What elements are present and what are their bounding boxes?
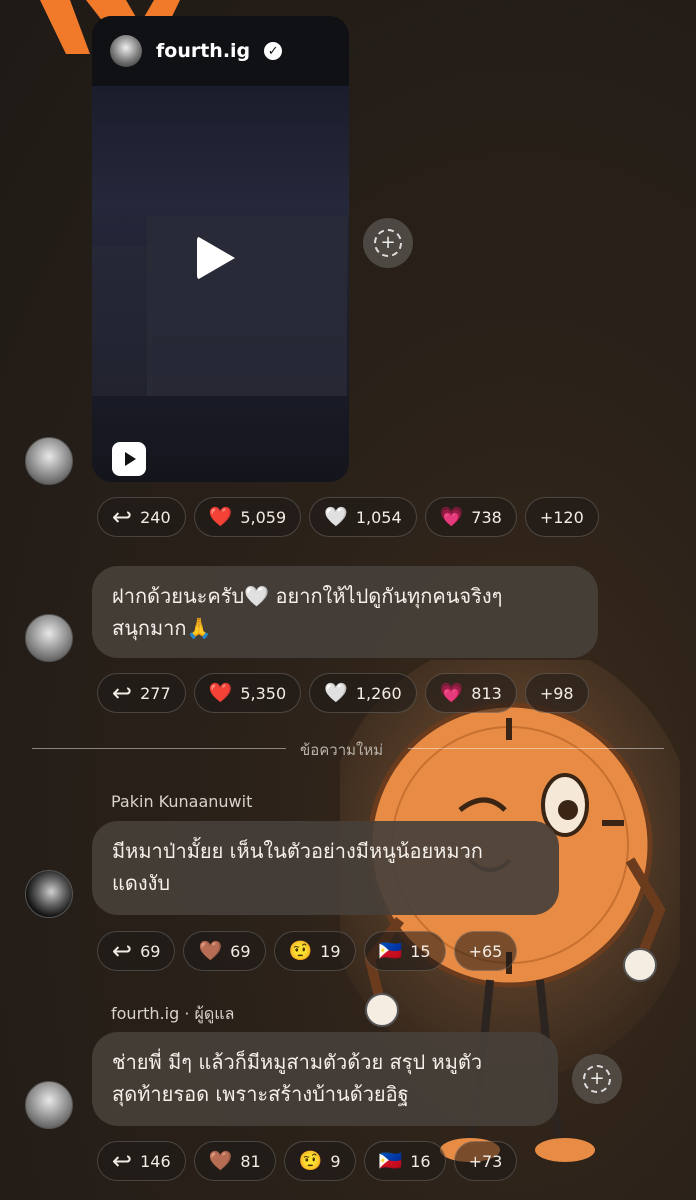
play-icon[interactable] — [197, 236, 235, 280]
add-reaction-button[interactable]: + — [363, 218, 413, 268]
verified-icon: ✓ — [264, 42, 283, 60]
message-bubble[interactable]: ช่ายพี่ มีๆ แล้วก็มีหมูสามตัวด้วย สรุป ห… — [92, 1032, 558, 1126]
brown-heart-icon: 🤎 — [198, 939, 223, 962]
message-text: แดงงับ — [112, 871, 171, 895]
reaction-row: ↩ 146 🤎 81 🤨 9 🇵🇭 16 +73 — [97, 1141, 518, 1181]
reply-icon: ↩ — [112, 937, 133, 965]
reaction-row: ↩ 69 🤎 69 🤨 19 🇵🇭 15 +65 — [97, 931, 518, 971]
reaction-pill[interactable]: 🤎 81 — [193, 1141, 276, 1181]
reaction-pill[interactable]: 🇵🇭 15 — [363, 931, 446, 971]
reaction-pill[interactable]: 🤎 69 — [183, 931, 266, 971]
reaction-pill[interactable]: ❤️ 5,059 — [193, 497, 302, 537]
reaction-pill[interactable]: 🤨 9 — [283, 1141, 356, 1181]
video-username[interactable]: fourth.ig — [156, 40, 250, 62]
video-thumbnail[interactable] — [92, 86, 349, 482]
avatar — [110, 35, 142, 67]
reaction-pill[interactable]: 🇵🇭 16 — [363, 1141, 446, 1181]
add-reaction-icon: + — [583, 1065, 611, 1093]
message-text: สนุกมาก🙏 — [112, 616, 212, 640]
white-heart-icon: 🤍 — [324, 681, 348, 704]
video-header: fourth.ig ✓ — [92, 16, 349, 86]
philippines-flag-icon: 🇵🇭 — [378, 1149, 403, 1172]
brown-heart-icon: 🤎 — [208, 1149, 233, 1172]
more-reactions-pill[interactable]: +65 — [453, 931, 518, 971]
divider-line — [408, 748, 664, 749]
message-text: สุดท้ายรอด เพราะสร้างบ้านด้วยอิฐ — [112, 1082, 409, 1106]
reel-icon — [112, 442, 146, 476]
more-reactions-pill[interactable]: +73 — [453, 1141, 518, 1181]
reaction-pill[interactable]: 💗 813 — [424, 673, 517, 713]
message-text: มีหมาป่ามั้ยย เห็นในตัวอย่างมีหนูน้อยหมว… — [112, 839, 483, 863]
avatar[interactable] — [25, 1081, 73, 1129]
pink-heart-icon: 💗 — [439, 505, 464, 528]
philippines-flag-icon: 🇵🇭 — [378, 939, 403, 962]
reaction-pill[interactable]: 🤍 1,054 — [309, 497, 417, 537]
message-text: ฝากด้วยนะครับ🤍 อยากให้ไปดูกันทุกคนจริงๆ — [112, 584, 503, 608]
add-reaction-button[interactable]: + — [572, 1054, 622, 1104]
reply-icon: ↩ — [112, 1147, 133, 1175]
sender-name[interactable]: fourth.ig · ผู้ดูแล — [111, 1002, 234, 1027]
avatar[interactable] — [25, 437, 73, 485]
reaction-pill[interactable]: 🤍 1,260 — [309, 673, 417, 713]
reaction-row: ↩ 277 ❤️ 5,350 🤍 1,260 💗 813 +98 — [97, 673, 589, 713]
video-post-card[interactable]: fourth.ig ✓ — [92, 16, 349, 482]
message-bubble[interactable]: ฝากด้วยนะครับ🤍 อยากให้ไปดูกันทุกคนจริงๆ … — [92, 566, 598, 658]
reply-count-pill[interactable]: ↩ 69 — [97, 931, 176, 971]
reaction-pill[interactable]: 💗 738 — [424, 497, 517, 537]
white-heart-icon: 🤍 — [324, 505, 348, 528]
avatar[interactable] — [25, 614, 73, 662]
new-messages-label: ข้อความใหม่ — [300, 741, 384, 759]
message-bubble[interactable]: มีหมาป่ามั้ยย เห็นในตัวอย่างมีหนูน้อยหมว… — [92, 821, 559, 915]
thumbnail-building — [147, 216, 347, 396]
reaction-pill[interactable]: 🤨 19 — [273, 931, 356, 971]
reaction-pill[interactable]: ❤️ 5,350 — [193, 673, 302, 713]
pink-heart-icon: 💗 — [439, 681, 464, 704]
more-reactions-pill[interactable]: +98 — [524, 673, 589, 713]
red-heart-icon: ❤️ — [208, 505, 233, 528]
raised-eyebrow-icon: 🤨 — [288, 939, 313, 962]
thumbnail-building — [92, 246, 152, 396]
reply-icon: ↩ — [112, 679, 133, 707]
reply-count-pill[interactable]: ↩ 146 — [97, 1141, 186, 1181]
reply-icon: ↩ — [112, 503, 133, 531]
reply-count-pill[interactable]: ↩ 240 — [97, 497, 186, 537]
sender-name[interactable]: Pakin Kunaanuwit — [111, 792, 252, 811]
red-heart-icon: ❤️ — [208, 681, 233, 704]
avatar[interactable] — [25, 870, 73, 918]
more-reactions-pill[interactable]: +120 — [524, 497, 599, 537]
raised-eyebrow-icon: 🤨 — [298, 1149, 323, 1172]
add-reaction-icon: + — [374, 229, 402, 257]
reaction-row: ↩ 240 ❤️ 5,059 🤍 1,054 💗 738 +120 — [97, 497, 599, 537]
message-text: ช่ายพี่ มีๆ แล้วก็มีหมูสามตัวด้วย สรุป ห… — [112, 1050, 483, 1074]
divider-line — [32, 748, 286, 749]
reply-count-pill[interactable]: ↩ 277 — [97, 673, 186, 713]
